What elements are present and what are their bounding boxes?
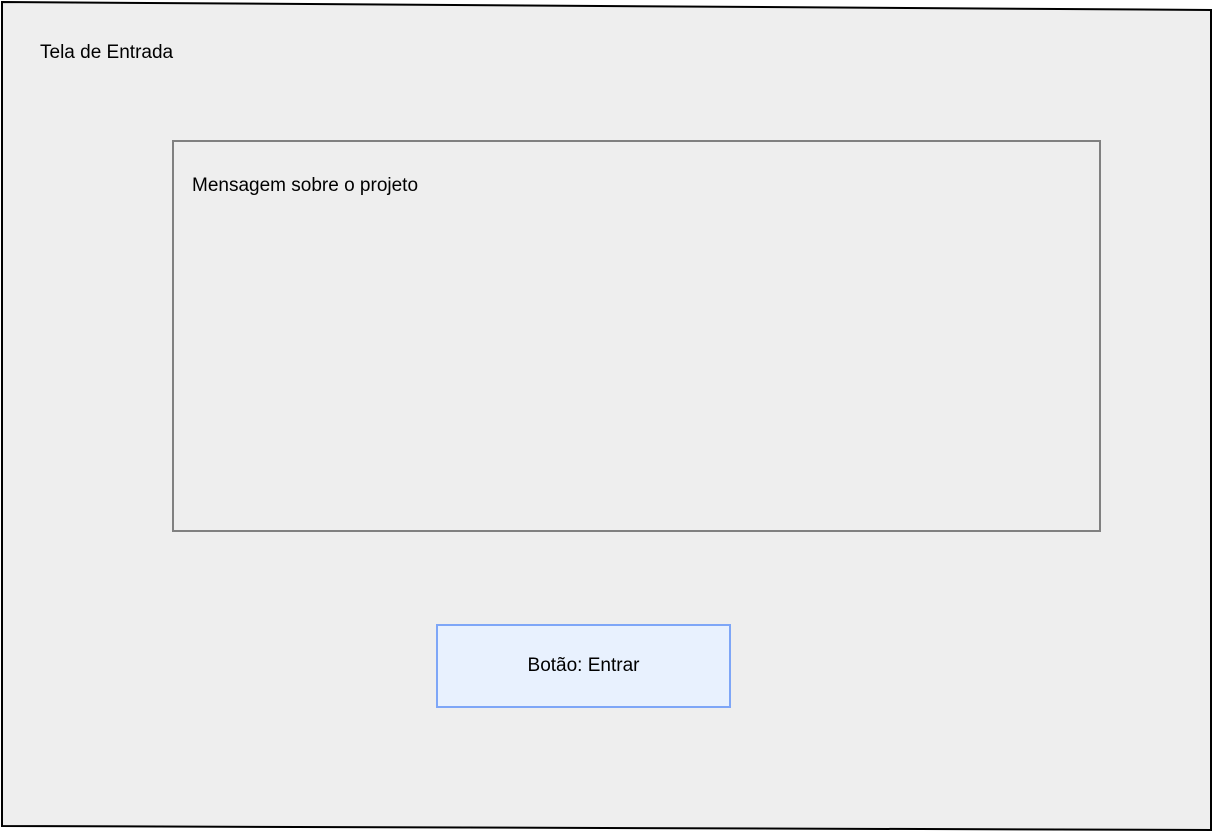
- project-message-box: Mensagem sobre o projeto: [172, 140, 1101, 532]
- enter-button[interactable]: Botão: Entrar: [436, 624, 731, 708]
- project-message-text: Mensagem sobre o projeto: [192, 175, 419, 196]
- screen-title: Tela de Entrada: [40, 42, 174, 63]
